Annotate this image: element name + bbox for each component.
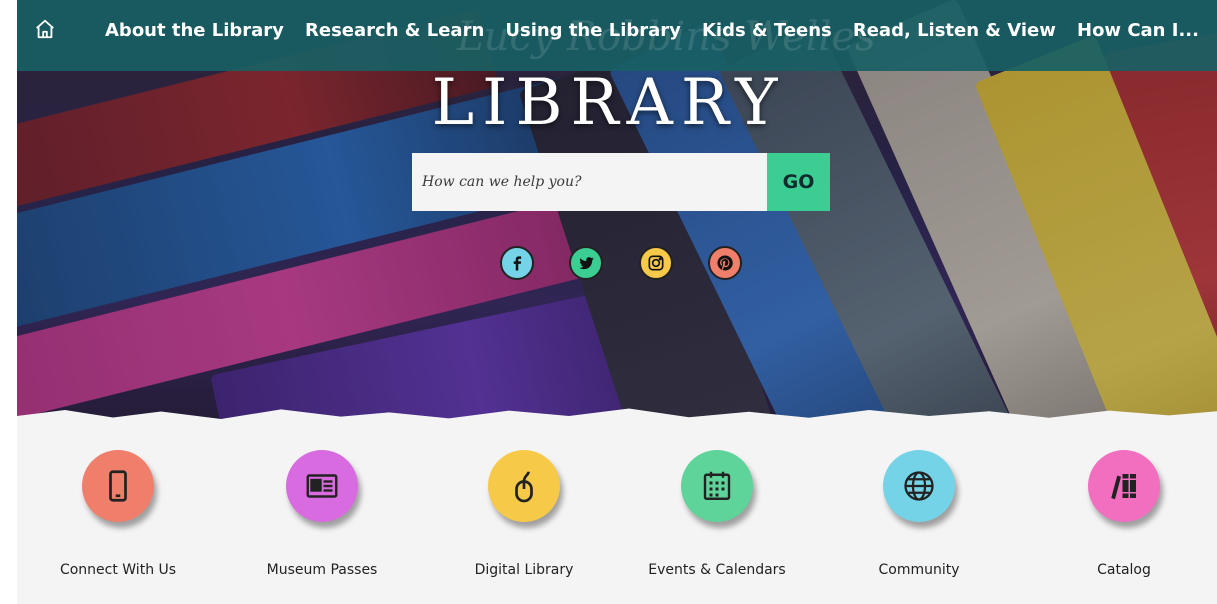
quicklink-events[interactable]: Events & Calendars (637, 450, 797, 578)
quicklink-label: Digital Library (474, 562, 574, 578)
quicklink-museum-passes[interactable]: Museum Passes (242, 450, 402, 578)
go-button[interactable]: GO (767, 153, 830, 211)
quicklink-catalog[interactable]: Catalog (1044, 450, 1204, 578)
nav-item-read-listen[interactable]: Read, Listen & View (853, 18, 1056, 44)
social-facebook (500, 246, 534, 280)
phone-icon (82, 450, 154, 522)
nav-item-about[interactable]: About the Library (105, 18, 284, 44)
nav-item-kids-teens[interactable]: Kids & Teens (702, 18, 832, 44)
home-icon[interactable] (17, 18, 73, 47)
quicklink-connect[interactable]: Connect With Us (38, 450, 198, 578)
quicklink-label: Connect With Us (59, 562, 177, 578)
quicklink-digital-library[interactable]: Digital Library (444, 450, 604, 578)
main-nav: Lucy Robbins Welles About the Library Re… (17, 0, 1217, 71)
quicklink-label: Catalog (1097, 562, 1151, 578)
instagram-icon[interactable] (639, 246, 673, 280)
globe-icon (883, 450, 955, 522)
quicklink-label: Events & Calendars (648, 562, 786, 578)
nav-item-research[interactable]: Research & Learn (305, 18, 484, 44)
mouse-icon (488, 450, 560, 522)
quick-links: Connect With Us Museum Passes Digital Li… (17, 430, 1217, 604)
nav-items: About the Library Research & Learn Using… (73, 18, 1217, 44)
twitter-icon[interactable] (569, 246, 603, 280)
search-input[interactable] (412, 153, 767, 211)
social-pinterest (708, 246, 742, 280)
quicklink-label: Museum Passes (266, 562, 378, 578)
library-title: LIBRARY (431, 66, 786, 140)
search-bar: GO (412, 153, 830, 211)
social-instagram (639, 246, 673, 280)
id-card-icon (286, 450, 358, 522)
nav-item-how-can-i[interactable]: How Can I... (1077, 18, 1199, 44)
pinterest-icon[interactable] (708, 246, 742, 280)
calendar-icon (681, 450, 753, 522)
books-icon (1088, 450, 1160, 522)
facebook-icon[interactable] (500, 246, 534, 280)
quicklink-label: Community (878, 562, 960, 578)
quicklink-community[interactable]: Community (839, 450, 999, 578)
social-twitter (569, 246, 603, 280)
nav-item-using[interactable]: Using the Library (505, 18, 681, 44)
